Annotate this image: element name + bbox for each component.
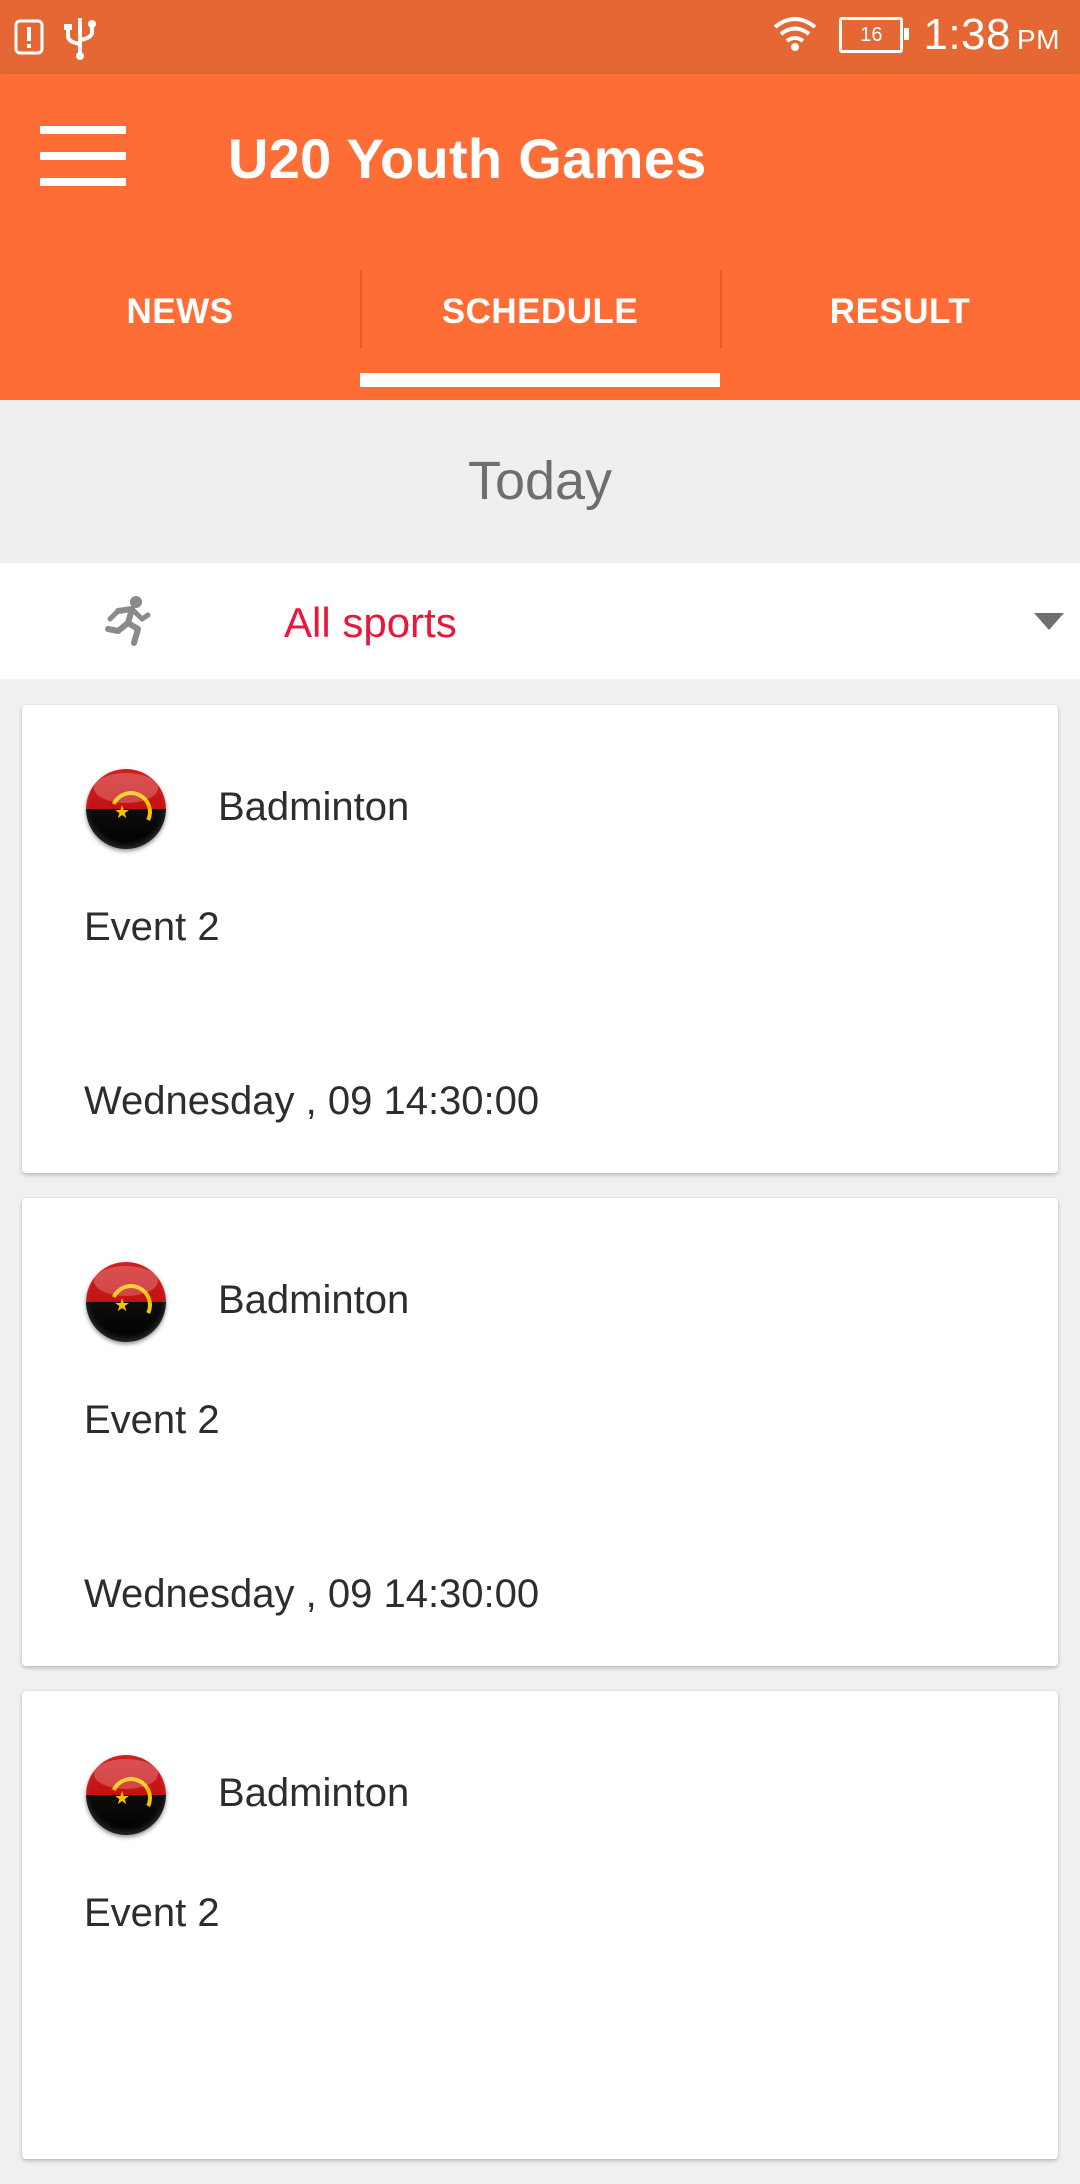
tab-bar: NEWS SCHEDULE RESULT bbox=[0, 270, 1080, 400]
sport-filter-dropdown[interactable]: All sports bbox=[0, 563, 1080, 679]
card-event-name: Event 2 bbox=[84, 1398, 220, 1442]
menu-icon[interactable] bbox=[40, 126, 126, 186]
active-tab-indicator bbox=[360, 373, 720, 387]
card-event-name: Event 2 bbox=[84, 1891, 220, 1935]
dropdown-arrow-icon bbox=[1034, 613, 1064, 630]
app-title: U20 Youth Games bbox=[228, 127, 707, 190]
tab-result-label: RESULT bbox=[829, 292, 971, 331]
app-bar: U20 Youth Games NEWS SCHEDULE RESULT bbox=[0, 74, 1080, 400]
angola-flag-icon: ★ bbox=[86, 1755, 166, 1835]
clock-time: 1:38 bbox=[923, 10, 1011, 59]
angola-flag-icon: ★ bbox=[86, 1262, 166, 1342]
card-datetime: Wednesday , 09 14:30:00 bbox=[84, 1572, 540, 1616]
clock: 1:38 PM bbox=[923, 10, 1060, 60]
sport-filter-label: All sports bbox=[284, 599, 457, 646]
tab-news[interactable]: NEWS bbox=[0, 270, 360, 400]
angola-flag-icon: ★ bbox=[86, 769, 166, 849]
schedule-card[interactable]: ★ Badminton Event 2 Wednesday , 09 14:30… bbox=[22, 705, 1058, 1173]
battery-icon: 16 bbox=[839, 17, 910, 53]
battery-level: 16 bbox=[860, 23, 883, 46]
date-header: Today bbox=[0, 400, 1080, 562]
clock-ampm: PM bbox=[1017, 24, 1060, 55]
schedule-card[interactable]: ★ Badminton Event 2 Wednesday , 09 14:30… bbox=[22, 1198, 1058, 1666]
running-icon bbox=[98, 593, 154, 649]
card-sport-name: Badminton bbox=[218, 1278, 410, 1322]
tab-result[interactable]: RESULT bbox=[720, 270, 1080, 400]
schedule-card[interactable]: ★ Badminton Event 2 bbox=[22, 1691, 1058, 2159]
status-bar-left bbox=[14, 14, 98, 65]
status-bar-right: 16 1:38 PM bbox=[771, 10, 1060, 60]
card-sport-name: Badminton bbox=[218, 785, 410, 829]
card-datetime: Wednesday , 09 14:30:00 bbox=[84, 1079, 540, 1123]
tab-schedule[interactable]: SCHEDULE bbox=[360, 270, 720, 400]
status-bar: 16 1:38 PM bbox=[0, 0, 1080, 74]
card-event-name: Event 2 bbox=[84, 905, 220, 949]
tab-news-label: NEWS bbox=[126, 292, 234, 331]
alert-icon bbox=[14, 17, 44, 62]
tab-schedule-label: SCHEDULE bbox=[441, 292, 639, 331]
card-sport-name: Badminton bbox=[218, 1771, 410, 1815]
wifi-icon bbox=[771, 13, 819, 58]
usb-icon bbox=[62, 14, 98, 65]
schedule-list: ★ Badminton Event 2 Wednesday , 09 14:30… bbox=[22, 705, 1058, 2184]
